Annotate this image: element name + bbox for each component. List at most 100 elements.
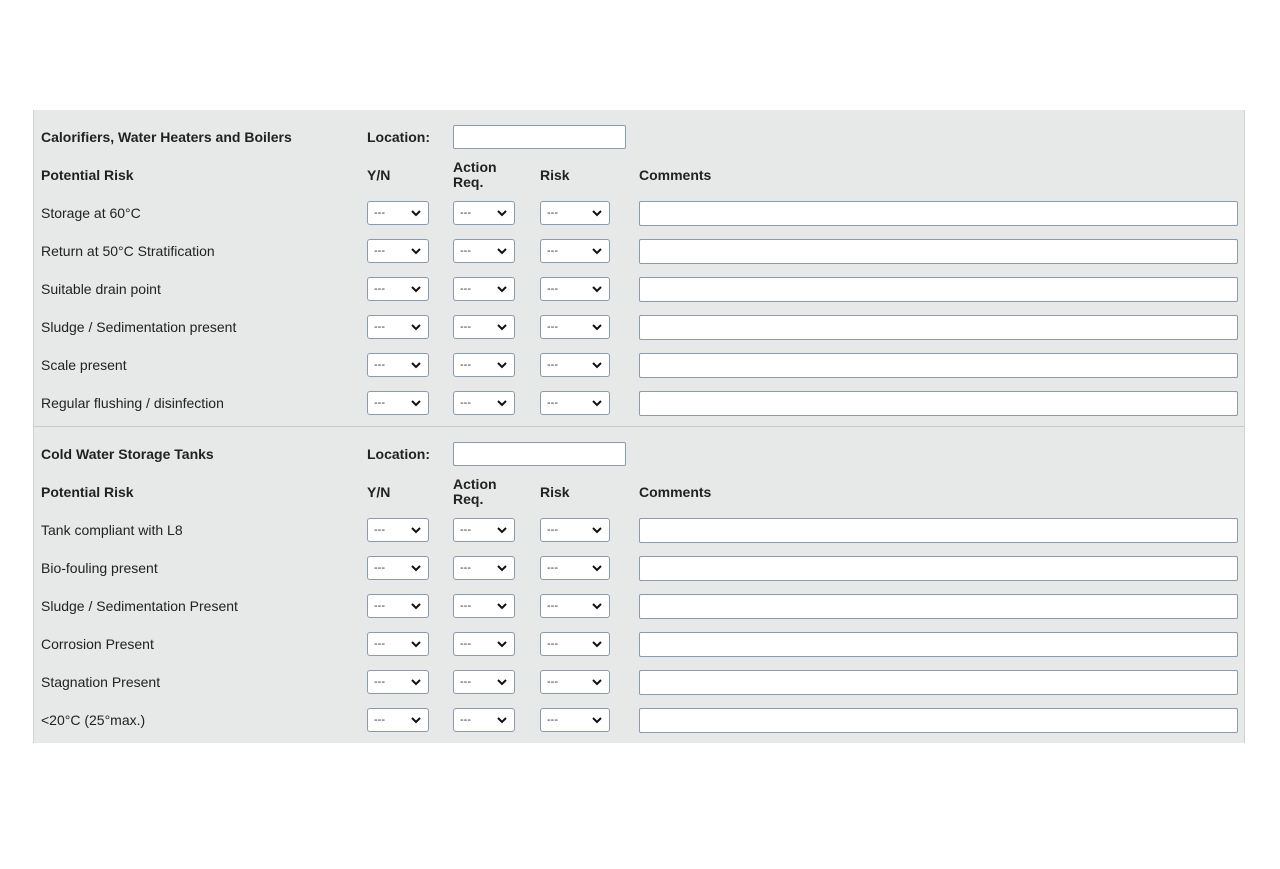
risk-select-value: --- xyxy=(547,207,558,219)
location-label: Location: xyxy=(367,129,430,145)
action-req-select[interactable]: --- xyxy=(453,632,515,656)
risk-row: Bio-fouling present --- --- --- xyxy=(34,549,1244,587)
risk-select[interactable]: --- xyxy=(540,708,610,732)
action-req-select[interactable]: --- xyxy=(453,353,515,377)
yn-select[interactable]: --- xyxy=(367,201,429,225)
risk-select-value: --- xyxy=(547,524,558,536)
chevron-down-icon xyxy=(497,248,507,255)
risk-row: Corrosion Present --- --- --- xyxy=(34,625,1244,663)
risk-assessment-form: Calorifiers, Water Heaters and Boilers L… xyxy=(33,110,1245,743)
action-req-select[interactable]: --- xyxy=(453,277,515,301)
risk-row: Stagnation Present --- --- --- xyxy=(34,663,1244,701)
risk-label: Stagnation Present xyxy=(41,674,161,690)
risk-row: Sludge / Sedimentation present --- --- -… xyxy=(34,308,1244,346)
header-yn: Y/N xyxy=(367,484,391,500)
risk-select[interactable]: --- xyxy=(540,556,610,580)
header-action-req: Action Req. xyxy=(453,476,497,507)
risk-select[interactable]: --- xyxy=(540,391,610,415)
comments-input[interactable] xyxy=(639,200,1238,226)
comments-input[interactable] xyxy=(639,593,1238,619)
chevron-down-icon xyxy=(411,324,421,331)
risk-select-value: --- xyxy=(547,397,558,409)
yn-select[interactable]: --- xyxy=(367,391,429,415)
chevron-down-icon xyxy=(592,565,602,572)
header-potential-risk: Potential Risk xyxy=(41,484,134,500)
action-req-select[interactable]: --- xyxy=(453,670,515,694)
chevron-down-icon xyxy=(411,286,421,293)
section-title: Calorifiers, Water Heaters and Boilers xyxy=(41,129,292,145)
risk-select[interactable]: --- xyxy=(540,353,610,377)
yn-select-value: --- xyxy=(374,321,385,333)
yn-select[interactable]: --- xyxy=(367,708,429,732)
risk-select-value: --- xyxy=(547,245,558,257)
risk-row: Sludge / Sedimentation Present --- --- -… xyxy=(34,587,1244,625)
risk-select[interactable]: --- xyxy=(540,670,610,694)
chevron-down-icon xyxy=(497,324,507,331)
header-action-req: Action Req. xyxy=(453,159,497,190)
action-req-select-value: --- xyxy=(460,714,471,726)
comments-input[interactable] xyxy=(639,276,1238,302)
action-req-select[interactable]: --- xyxy=(453,518,515,542)
location-input[interactable] xyxy=(453,442,626,466)
chevron-down-icon xyxy=(592,641,602,648)
comments-input[interactable] xyxy=(639,238,1238,264)
risk-select[interactable]: --- xyxy=(540,518,610,542)
action-req-select[interactable]: --- xyxy=(453,594,515,618)
yn-select[interactable]: --- xyxy=(367,315,429,339)
chevron-down-icon xyxy=(411,400,421,407)
yn-select[interactable]: --- xyxy=(367,670,429,694)
chevron-down-icon xyxy=(411,248,421,255)
chevron-down-icon xyxy=(411,527,421,534)
yn-select[interactable]: --- xyxy=(367,556,429,580)
chevron-down-icon xyxy=(592,679,602,686)
risk-select[interactable]: --- xyxy=(540,594,610,618)
risk-select[interactable]: --- xyxy=(540,201,610,225)
yn-select-value: --- xyxy=(374,676,385,688)
comments-input[interactable] xyxy=(639,669,1238,695)
comments-input[interactable] xyxy=(639,352,1238,378)
action-req-select-value: --- xyxy=(460,245,471,257)
risk-select[interactable]: --- xyxy=(540,632,610,656)
action-req-select[interactable]: --- xyxy=(453,315,515,339)
header-potential-risk: Potential Risk xyxy=(41,167,134,183)
header-yn: Y/N xyxy=(367,167,391,183)
action-req-select[interactable]: --- xyxy=(453,391,515,415)
risk-select[interactable]: --- xyxy=(540,315,610,339)
chevron-down-icon xyxy=(411,565,421,572)
risk-select-value: --- xyxy=(547,321,558,333)
action-req-select[interactable]: --- xyxy=(453,239,515,263)
action-req-select[interactable]: --- xyxy=(453,556,515,580)
section-header-row: Calorifiers, Water Heaters and Boilers L… xyxy=(34,118,1244,156)
comments-input[interactable] xyxy=(639,390,1238,416)
action-req-select-value: --- xyxy=(460,676,471,688)
comments-input[interactable] xyxy=(639,555,1238,581)
comments-input[interactable] xyxy=(639,314,1238,340)
yn-select[interactable]: --- xyxy=(367,632,429,656)
risk-select[interactable]: --- xyxy=(540,239,610,263)
chevron-down-icon xyxy=(411,717,421,724)
risk-select-value: --- xyxy=(547,283,558,295)
yn-select[interactable]: --- xyxy=(367,239,429,263)
yn-select[interactable]: --- xyxy=(367,277,429,301)
yn-select-value: --- xyxy=(374,207,385,219)
comments-input[interactable] xyxy=(639,517,1238,543)
chevron-down-icon xyxy=(592,603,602,610)
header-risk: Risk xyxy=(540,484,570,500)
action-req-select-value: --- xyxy=(460,283,471,295)
column-header-row: Potential Risk Y/N Action Req. Risk Comm… xyxy=(34,156,1244,194)
yn-select[interactable]: --- xyxy=(367,518,429,542)
yn-select[interactable]: --- xyxy=(367,353,429,377)
comments-input[interactable] xyxy=(639,707,1238,733)
location-label: Location: xyxy=(367,446,430,462)
risk-select-value: --- xyxy=(547,638,558,650)
risk-select[interactable]: --- xyxy=(540,277,610,301)
risk-row: Storage at 60°C --- --- --- xyxy=(34,194,1244,232)
yn-select[interactable]: --- xyxy=(367,594,429,618)
location-input[interactable] xyxy=(453,125,626,149)
action-req-select[interactable]: --- xyxy=(453,201,515,225)
action-req-select[interactable]: --- xyxy=(453,708,515,732)
comments-input[interactable] xyxy=(639,631,1238,657)
header-risk: Risk xyxy=(540,167,570,183)
yn-select-value: --- xyxy=(374,359,385,371)
chevron-down-icon xyxy=(411,679,421,686)
